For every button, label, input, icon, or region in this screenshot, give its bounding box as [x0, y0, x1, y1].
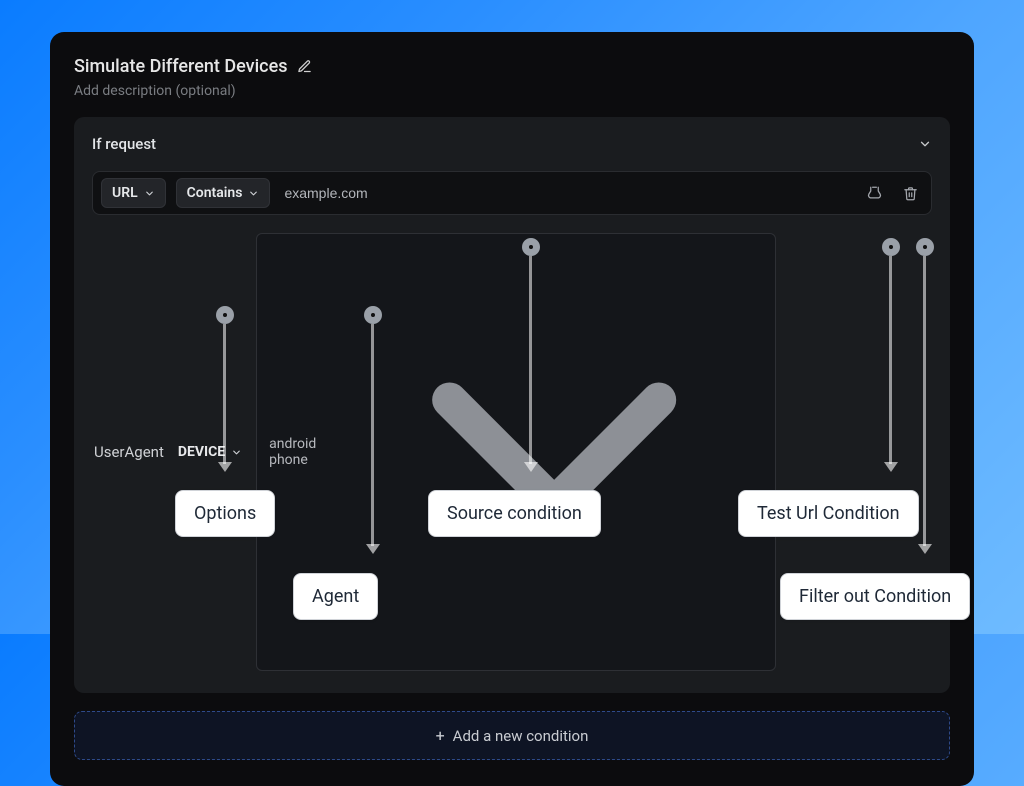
if-header[interactable]: If request [92, 135, 932, 153]
chevron-down-icon [248, 188, 259, 199]
operator-select[interactable]: Contains [176, 178, 271, 208]
if-request-block: If request URL Contains [74, 117, 950, 693]
user-agent-label: UserAgent [94, 443, 164, 461]
user-agent-row: UserAgent DEVICE android phone [92, 229, 932, 673]
url-value-input[interactable] [280, 179, 851, 207]
chevron-down-icon [231, 447, 242, 458]
device-select[interactable]: android phone [256, 233, 776, 671]
url-condition-row: URL Contains [92, 171, 932, 215]
device-value: android phone [269, 436, 345, 468]
panel-title: Simulate Different Devices [74, 56, 287, 77]
plus-icon: + [436, 726, 445, 745]
panel-header: Simulate Different Devices Add descripti… [74, 56, 950, 99]
if-label: If request [92, 135, 156, 153]
chevron-down-icon [144, 188, 155, 199]
panel-subtitle[interactable]: Add description (optional) [74, 83, 950, 99]
user-agent-mode-label: DEVICE [178, 444, 225, 460]
test-condition-button[interactable] [861, 180, 887, 206]
remove-condition-button[interactable] [897, 180, 923, 206]
chevron-down-icon [345, 243, 763, 661]
operator-label: Contains [187, 185, 243, 201]
source-select[interactable]: URL [101, 178, 166, 208]
pencil-icon[interactable] [297, 59, 312, 74]
add-condition-label: Add a new condition [453, 727, 589, 745]
user-agent-mode-select[interactable]: DEVICE [178, 444, 242, 460]
rule-panel: Simulate Different Devices Add descripti… [50, 32, 974, 786]
add-condition-button[interactable]: + Add a new condition [74, 711, 950, 760]
source-label: URL [112, 185, 138, 201]
chevron-down-icon[interactable] [918, 137, 932, 151]
title-row: Simulate Different Devices [74, 56, 950, 77]
